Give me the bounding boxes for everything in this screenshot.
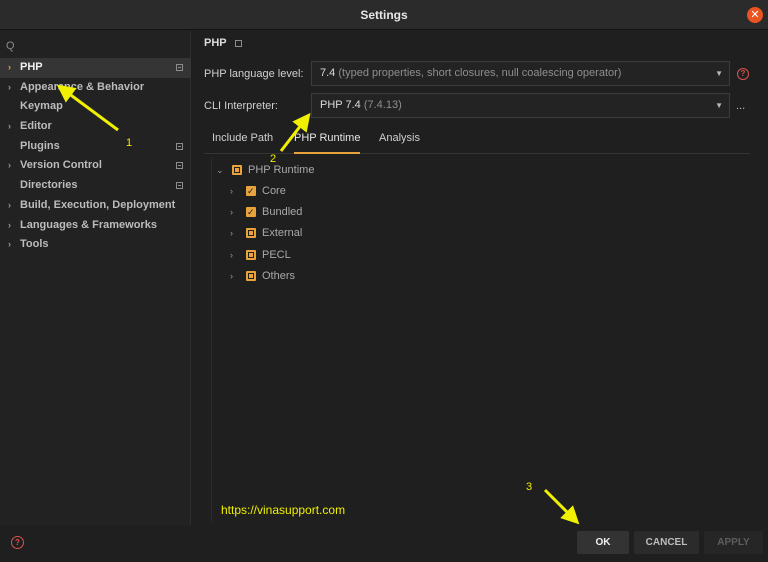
cli-interpreter-select[interactable]: PHP 7.4 (7.4.13) ▼ [311, 93, 730, 118]
cancel-button[interactable]: CANCEL [634, 531, 699, 554]
search-icon: Q [6, 40, 15, 52]
sidebar-item-label: Editor [20, 120, 52, 133]
apply-button: APPLY [704, 531, 763, 554]
chevron-down-icon[interactable]: ⌄ [216, 161, 226, 179]
language-level-value: 7.4 [320, 67, 336, 79]
sidebar-item-label: Build, Execution, Deployment [20, 198, 176, 211]
breadcrumb-label: PHP [204, 37, 227, 49]
language-level-detail: (typed properties, short closures, null … [338, 67, 622, 79]
cli-interpreter-value: PHP 7.4 [320, 99, 361, 111]
tree-checkbox[interactable] [246, 182, 256, 200]
tree-item-label: Others [262, 269, 296, 282]
tab-include-path[interactable]: Include Path [212, 132, 273, 154]
tab-analysis[interactable]: Analysis [379, 132, 420, 154]
sidebar-item-build-execution-deployment[interactable]: › Build, Execution, Deployment [0, 196, 191, 216]
project-level-icon [234, 39, 242, 47]
tree-item-label: Bundled [262, 206, 303, 219]
tree-item-label: Core [262, 185, 286, 197]
annotation-marker-3: 3 [526, 481, 533, 493]
tree-checkbox[interactable] [246, 228, 256, 239]
tab-bar: Include Path PHP Runtime Analysis [204, 127, 750, 154]
sidebar-item-plugins[interactable]: Plugins [0, 137, 191, 157]
sidebar-item-label: Directories [20, 179, 78, 192]
chevron-right-icon[interactable]: › [230, 267, 240, 285]
help-icon[interactable]: ? [11, 536, 24, 549]
dropdown-arrow-icon: ▼ [715, 101, 723, 110]
sidebar-item-label: Version Control [20, 159, 102, 172]
dropdown-arrow-icon: ▼ [715, 69, 723, 78]
cli-interpreter-detail: (7.4.13) [363, 99, 402, 111]
breadcrumb: PHP [204, 37, 242, 49]
settings-main: PHP PHP language level: 7.4 (typed prope… [192, 31, 768, 525]
annotation-marker-2: 2 [270, 153, 277, 165]
tree-checkbox[interactable] [246, 249, 256, 260]
sidebar-item-keymap[interactable]: Keymap [0, 97, 191, 117]
chevron-right-icon[interactable]: › [230, 224, 240, 242]
chevron-right-icon[interactable]: › [8, 117, 11, 137]
settings-sidebar: Q › PHP › Appearance & Behavior Keymap › Edito… [0, 31, 191, 525]
sidebar-item-tools[interactable]: › Tools [0, 235, 191, 255]
dialog-footer: ? OK CANCEL APPLY [0, 525, 768, 562]
watermark-url: https://vinasupport.com [221, 503, 346, 517]
tree-checkbox[interactable] [232, 165, 242, 175]
sidebar-nav: › PHP › Appearance & Behavior Keymap › Editor P… [0, 58, 191, 255]
interpreter-more-button[interactable]: ... [736, 100, 745, 112]
project-level-icon [176, 64, 183, 71]
project-level-icon [176, 182, 183, 190]
tree-item-label: PECL [262, 248, 291, 261]
sidebar-item-languages-frameworks[interactable]: › Languages & Frameworks [0, 216, 191, 236]
help-icon[interactable]: ? [737, 68, 749, 80]
sidebar-item-label: Languages & Frameworks [20, 218, 157, 231]
chevron-right-icon[interactable]: › [8, 156, 11, 176]
chevron-right-icon[interactable]: › [8, 235, 11, 255]
sidebar-item-appearance-behavior[interactable]: › Appearance & Behavior [0, 78, 191, 98]
chevron-right-icon[interactable]: › [230, 246, 240, 264]
project-level-icon [176, 162, 183, 170]
window-title: Settings [360, 8, 408, 22]
sidebar-item-editor[interactable]: › Editor [0, 117, 191, 137]
annotation-marker-1: 1 [126, 137, 133, 149]
sidebar-item-php[interactable]: › PHP [0, 58, 191, 78]
sidebar-item-label: Plugins [20, 139, 60, 152]
tab-php-runtime[interactable]: PHP Runtime [294, 132, 361, 154]
chevron-right-icon[interactable]: › [8, 58, 11, 78]
runtime-tree: ⌄ PHP Runtime › Core › Bundled › External › PEC… [211, 157, 750, 523]
sidebar-item-directories[interactable]: Directories [0, 176, 191, 196]
chevron-right-icon[interactable]: › [230, 203, 240, 221]
sidebar-item-label: PHP [20, 61, 43, 73]
chevron-right-icon[interactable]: › [8, 78, 11, 98]
tree-root-label: PHP Runtime [248, 164, 315, 176]
tree-item-label: External [262, 227, 303, 240]
sidebar-item-version-control[interactable]: › Version Control [0, 156, 191, 176]
language-level-select[interactable]: 7.4 (typed properties, short closures, n… [311, 61, 730, 86]
ok-button[interactable]: OK [577, 531, 629, 554]
sidebar-search[interactable]: Q [0, 37, 191, 57]
title-bar: Settings ✕ [0, 0, 768, 30]
tree-checkbox[interactable] [246, 270, 256, 281]
project-level-icon [176, 142, 183, 150]
chevron-right-icon[interactable]: › [8, 196, 11, 216]
chevron-right-icon[interactable]: › [230, 182, 240, 200]
tree-checkbox[interactable] [246, 203, 256, 221]
sidebar-item-label: Appearance & Behavior [20, 80, 145, 93]
chevron-right-icon[interactable]: › [8, 216, 11, 236]
cli-interpreter-label: CLI Interpreter: [204, 100, 278, 112]
sidebar-item-label: Keymap [20, 100, 63, 113]
close-icon[interactable]: ✕ [747, 7, 763, 23]
language-level-label: PHP language level: [204, 68, 304, 80]
sidebar-item-label: Tools [20, 238, 49, 251]
